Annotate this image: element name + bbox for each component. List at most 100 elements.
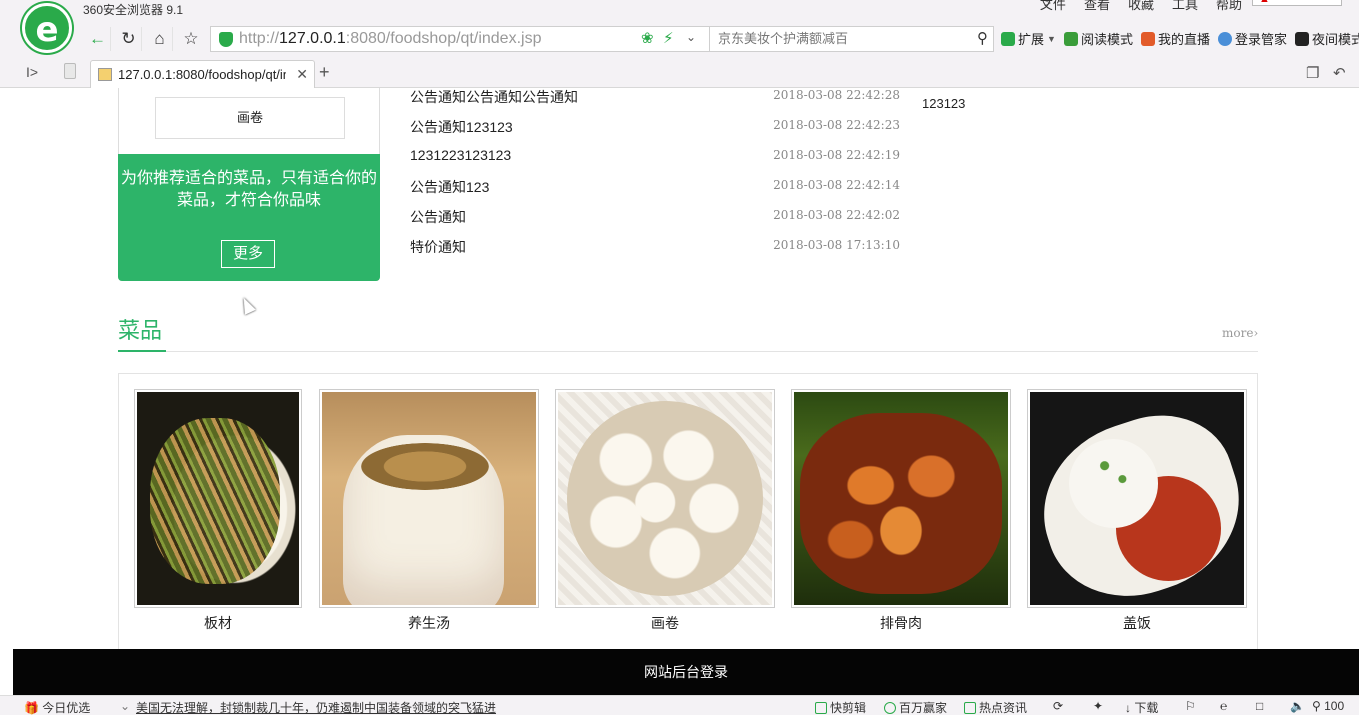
ie-icon[interactable]: ℮ <box>1220 699 1227 713</box>
tv-icon <box>1140 31 1155 46</box>
dish-image[interactable] <box>558 392 772 605</box>
favicon-icon <box>98 68 112 81</box>
speed-up-icon[interactable]: ⟳ <box>1053 699 1063 713</box>
notice-title[interactable]: 公告通知公告通知公告通知 <box>410 88 578 107</box>
notice-list: 公告通知公告通知公告通知 2018-03-08 22:42:28 公告通知1231… <box>410 88 900 262</box>
search-box[interactable]: ⚲ <box>709 26 994 52</box>
side-note: 123123 <box>922 96 966 111</box>
dish-image[interactable] <box>794 392 1008 605</box>
dish-card[interactable]: 板材 <box>134 389 302 633</box>
dish-list: 板材 养生汤 画卷 排骨肉 盖饭 <box>118 373 1258 649</box>
dish-image[interactable] <box>137 392 299 605</box>
home-icon[interactable]: ⌂ <box>147 27 173 51</box>
pin-icon[interactable]: ✦ <box>1093 699 1103 713</box>
address-bar[interactable]: http://127.0.0.1:8080/foodshop/qt/index.… <box>210 26 710 52</box>
menu-file[interactable]: 文件 <box>1040 0 1066 13</box>
dish-image[interactable] <box>1030 392 1244 605</box>
notice-date: 2018-03-08 22:42:02 <box>773 208 900 222</box>
sidebar-toggle-icon[interactable]: I> <box>26 64 38 80</box>
section-divider <box>118 351 1258 352</box>
download-button[interactable]: ↓ 下载 <box>1125 699 1158 715</box>
undo-icon[interactable]: ↶ <box>1333 64 1346 82</box>
weather-badge-icon[interactable]: ▲ ▪ ▪ <box>1252 0 1342 6</box>
search-icon[interactable]: ⚲ <box>977 29 988 47</box>
notice-title[interactable]: 公告通知 <box>410 207 466 227</box>
recommend-panel: 为你推荐适合的菜品，只有适合你的菜品，才符合你品味 更多 <box>118 154 380 281</box>
puzzle-icon <box>1001 31 1015 46</box>
menu-view[interactable]: 查看 <box>1084 0 1110 13</box>
book-icon <box>1063 31 1078 46</box>
dish-name[interactable]: 盖饭 <box>1027 613 1247 633</box>
news-ticker[interactable]: 美国无法理解，封锁制裁几十年，仍难遏制中国装备领域的突飞猛进 <box>136 699 496 715</box>
notice-item[interactable]: 公告通知 2018-03-08 22:42:02 <box>410 202 900 232</box>
browser-chrome: e 360安全浏览器 9.1 > 文件 查看 收藏 工具 帮助 ▲ ▪ ▪ ← … <box>0 0 1359 88</box>
notice-item[interactable]: 公告通知123123 2018-03-08 22:42:23 <box>410 112 900 142</box>
zoom-control[interactable]: ⚲ 100 <box>1312 699 1344 713</box>
download-icon: ↓ <box>1125 701 1131 715</box>
more-link[interactable]: more› <box>1222 326 1258 340</box>
shield-icon <box>219 32 233 47</box>
night-mode-button[interactable]: 夜间模式 <box>1294 29 1359 48</box>
dish-name[interactable]: 画卷 <box>555 613 775 633</box>
notice-title[interactable]: 公告通知123 <box>410 177 489 197</box>
restore-window-icon[interactable]: ❐ <box>1306 64 1319 82</box>
url-text[interactable]: http://127.0.0.1:8080/foodshop/qt/index.… <box>239 30 541 48</box>
hot-news-button[interactable]: 热点资讯 <box>964 699 1027 715</box>
lightning-icon[interactable]: ⚡ <box>663 29 674 47</box>
notice-item[interactable]: 公告通知公告通知公告通知 2018-03-08 22:42:28 <box>410 88 900 112</box>
quick-edit-button[interactable]: 快剪辑 <box>815 699 866 715</box>
million-winner-button[interactable]: 百万赢家 <box>884 699 947 715</box>
address-dropdown-icon[interactable]: ⌄ <box>686 30 696 44</box>
notice-title[interactable]: 公告通知123123 <box>410 117 513 137</box>
section-title: 菜品 <box>118 318 163 343</box>
close-icon[interactable]: ✕ <box>296 66 308 83</box>
search-input[interactable] <box>718 31 968 46</box>
dish-name[interactable]: 排骨肉 <box>791 613 1011 633</box>
phone-icon[interactable] <box>64 63 76 79</box>
dish-card[interactable]: 养生汤 <box>319 389 539 633</box>
notice-item[interactable]: 公告通知123 2018-03-08 22:42:14 <box>410 172 900 202</box>
notice-item[interactable]: 特价通知 2018-03-08 17:13:10 <box>410 232 900 262</box>
back-arrow-icon[interactable]: ← <box>85 27 111 51</box>
more-button[interactable]: 更多 <box>221 240 275 268</box>
window-icon[interactable]: □ <box>1256 699 1263 713</box>
menu-help[interactable]: 帮助 <box>1216 0 1242 13</box>
play-icon <box>884 702 896 714</box>
recommend-item[interactable]: 画卷 <box>155 97 345 139</box>
speed-icon[interactable]: ❀ <box>641 29 654 47</box>
chevron-right-icon: › <box>1253 326 1259 340</box>
today-picks[interactable]: 🎁 今日优选 <box>24 699 90 715</box>
new-tab-icon[interactable]: + <box>319 62 330 83</box>
tab-title: 127.0.0.1:8080/foodshop/qt/index.jsp <box>118 67 286 82</box>
flag-icon[interactable]: ⚐ <box>1185 699 1196 713</box>
notice-title[interactable]: 特价通知 <box>410 237 466 257</box>
news-icon <box>964 702 976 714</box>
browser-logo-icon: e <box>22 3 72 53</box>
key-icon <box>1217 31 1232 46</box>
dish-card[interactable]: 画卷 <box>555 389 775 633</box>
refresh-icon[interactable]: ↻ <box>116 27 142 51</box>
notice-item[interactable]: 1231223123123 2018-03-08 22:42:19 <box>410 142 900 172</box>
admin-login-link[interactable]: 网站后台登录 <box>13 662 1359 682</box>
login-manager-button[interactable]: 登录管家 <box>1217 29 1287 48</box>
dish-card[interactable]: 盖饭 <box>1027 389 1247 633</box>
notice-title[interactable]: 1231223123123 <box>410 147 511 163</box>
news-chevron-icon[interactable]: ⌄ <box>120 699 130 713</box>
extensions-button[interactable]: 扩展 ▼ <box>1001 29 1056 48</box>
dish-name[interactable]: 养生汤 <box>319 613 539 633</box>
notice-date: 2018-03-08 22:42:23 <box>773 118 900 132</box>
dish-image[interactable] <box>322 392 536 605</box>
volume-icon[interactable]: 🔈 <box>1290 699 1305 713</box>
dish-card[interactable]: 排骨肉 <box>791 389 1011 633</box>
moon-icon <box>1294 31 1309 46</box>
star-icon[interactable]: ☆ <box>178 27 204 51</box>
recommend-slogan: 为你推荐适合的菜品，只有适合你的菜品，才符合你品味 <box>120 170 377 209</box>
dish-name[interactable]: 板材 <box>134 613 302 633</box>
live-button[interactable]: 我的直播 <box>1140 29 1210 48</box>
browser-title: 360安全浏览器 9.1 <box>83 3 184 17</box>
menu-favorites[interactable]: 收藏 <box>1128 0 1154 13</box>
reading-mode-button[interactable]: 阅读模式 <box>1063 29 1133 48</box>
menu-tools[interactable]: 工具 <box>1172 0 1198 13</box>
browser-tab[interactable]: 127.0.0.1:8080/foodshop/qt/index.jsp ✕ <box>90 60 315 88</box>
footer-bar: 网站后台登录 <box>13 649 1359 695</box>
